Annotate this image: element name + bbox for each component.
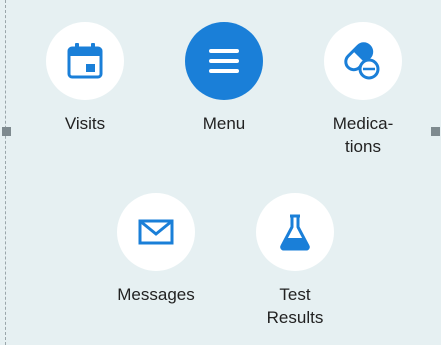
- test-results-button[interactable]: [256, 193, 334, 271]
- medications-button[interactable]: [324, 22, 402, 100]
- menu-label: Menu: [202, 114, 246, 133]
- envelope-icon: [138, 219, 174, 245]
- flask-icon: [280, 214, 310, 251]
- menu-item-messages[interactable]: Messages: [96, 193, 216, 306]
- hamburger-menu-icon: [209, 49, 239, 73]
- menu-button[interactable]: [185, 22, 263, 100]
- resize-handle-right[interactable]: [431, 127, 440, 136]
- resize-handle-left[interactable]: [2, 127, 11, 136]
- visits-label: Visits: [64, 114, 106, 133]
- calendar-icon: [67, 43, 103, 79]
- medications-label-line2: tions: [345, 137, 381, 156]
- panel-left-border: [5, 0, 6, 345]
- menu-item-visits[interactable]: Visits: [25, 22, 145, 135]
- test-results-label: Test Results: [235, 283, 355, 329]
- messages-label: Messages: [117, 285, 195, 304]
- medications-label: Medica- tions: [303, 112, 423, 158]
- test-results-label-line2: Results: [266, 308, 324, 327]
- test-results-label-line1: Test: [279, 285, 311, 304]
- messages-button[interactable]: [117, 193, 195, 271]
- menu-item-menu[interactable]: Menu: [164, 22, 284, 135]
- medications-label-line1: Medica-: [332, 114, 394, 133]
- visits-button[interactable]: [46, 22, 124, 100]
- menu-item-medications[interactable]: Medica- tions: [303, 22, 423, 158]
- pills-icon: [344, 42, 380, 80]
- menu-item-test-results[interactable]: Test Results: [235, 193, 355, 329]
- app-menu-panel: Visits Menu Medica- tions Messages Test …: [0, 0, 441, 345]
